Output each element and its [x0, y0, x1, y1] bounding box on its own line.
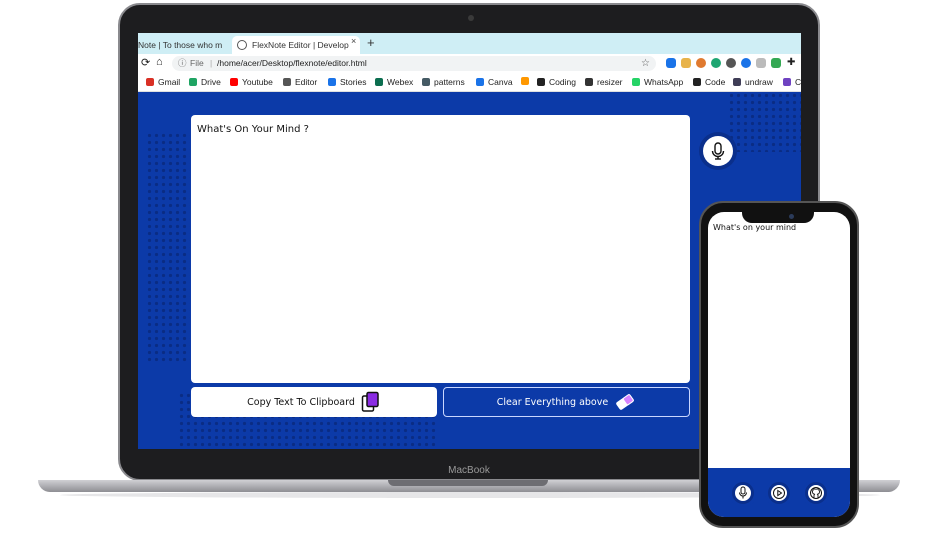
copy-to-clipboard-button[interactable]: Copy Text To Clipboard	[191, 387, 437, 417]
bookmark-label: Gmail	[158, 77, 181, 87]
bookmark-resizer[interactable]: resizer	[585, 77, 623, 87]
bookmarks-bar: Gmail Drive Youtube Editor Stories Webex…	[138, 73, 801, 92]
browser-tab-bar: Note | To those who m FlexNote Editor | …	[138, 33, 801, 54]
extension-icon[interactable]	[726, 58, 736, 68]
bookmark-fire[interactable]	[521, 77, 533, 85]
phone-editor-placeholder[interactable]: What's on your mind	[713, 223, 796, 232]
bookmark-label: WhatsApp	[644, 77, 684, 87]
close-tab-icon[interactable]: ×	[351, 36, 356, 46]
youtube-icon	[230, 78, 238, 86]
dot-pattern	[146, 132, 190, 362]
dot-pattern	[728, 92, 801, 152]
bookmark-label: Webex	[387, 77, 414, 87]
extension-icon[interactable]	[681, 58, 691, 68]
bookmark-label: C	[795, 77, 801, 87]
bookmark-stories[interactable]: Stories	[328, 77, 366, 87]
clear-everything-button[interactable]: Clear Everything above	[443, 387, 690, 417]
tab-label: FlexNote Editor | Develop	[252, 40, 349, 50]
bookmark-undraw[interactable]: undraw	[733, 77, 773, 87]
phone-toolbar	[708, 468, 850, 517]
mic-button-wrapper	[699, 132, 737, 170]
editor-icon	[283, 78, 291, 86]
phone-github-button[interactable]	[805, 482, 827, 504]
gmail-icon	[146, 78, 154, 86]
address-scheme: File	[190, 58, 204, 68]
address-url[interactable]: /home/acer/Desktop/flexnote/editor.html	[217, 56, 367, 71]
bookmark-label: patterns	[434, 77, 465, 87]
stories-icon	[328, 78, 336, 86]
extension-icon[interactable]	[741, 58, 751, 68]
canva-icon	[476, 78, 484, 86]
bookmark-coding[interactable]: Coding	[537, 77, 576, 87]
tab-flexnote-editor[interactable]: FlexNote Editor | Develop	[232, 36, 360, 54]
github-icon	[810, 487, 822, 499]
clear-button-label: Clear Everything above	[496, 396, 609, 408]
info-icon[interactable]: ⓘ	[178, 56, 187, 71]
laptop-hinge	[388, 480, 548, 486]
phone-camera	[789, 214, 794, 219]
bookmark-code[interactable]: Code	[693, 77, 725, 87]
bookmark-star-icon[interactable]: ☆	[641, 56, 650, 71]
bookmark-webex[interactable]: Webex	[375, 77, 413, 87]
phone-mic-button[interactable]	[732, 482, 754, 504]
fire-icon	[521, 77, 529, 85]
undraw-icon	[733, 78, 741, 86]
bookmark-label: Canva	[488, 77, 513, 87]
code-icon	[693, 78, 701, 86]
microphone-icon	[711, 142, 725, 160]
clipboard-icon	[361, 391, 379, 412]
device-mockup: Note | To those who m FlexNote Editor | …	[0, 0, 938, 534]
patterns-icon	[422, 78, 430, 86]
bookmark-label: Drive	[201, 77, 221, 87]
address-separator: |	[210, 58, 213, 68]
play-icon	[773, 487, 785, 499]
drive-icon	[189, 78, 197, 86]
bookmark-label: Youtube	[242, 77, 273, 87]
webex-icon	[375, 78, 383, 86]
bookmark-label: Editor	[295, 77, 318, 87]
bookmark-drive[interactable]: Drive	[189, 77, 221, 87]
c-icon	[783, 78, 791, 86]
extension-icon[interactable]	[666, 58, 676, 68]
bookmark-c[interactable]: C	[783, 77, 801, 87]
bookmark-label: undraw	[745, 77, 773, 87]
bookmark-whatsapp[interactable]: WhatsApp	[632, 77, 683, 87]
whatsapp-icon	[632, 78, 640, 86]
bookmark-gmail[interactable]: Gmail	[146, 77, 180, 87]
resizer-icon	[585, 78, 593, 86]
browser-toolbar: ⟳ ⌂ ⓘ File | /home/acer/Desktop/flexnote…	[138, 54, 801, 73]
extension-icon[interactable]	[711, 58, 721, 68]
coding-icon	[537, 78, 545, 86]
extension-icon[interactable]	[756, 58, 766, 68]
bookmark-label: resizer	[597, 77, 623, 87]
laptop-camera	[468, 15, 474, 21]
globe-icon	[237, 40, 247, 50]
home-icon[interactable]: ⌂	[156, 56, 163, 68]
extension-icon[interactable]	[696, 58, 706, 68]
phone: What's on your mind	[699, 201, 859, 528]
reload-icon[interactable]: ⟳	[141, 56, 150, 69]
bookmark-canva[interactable]: Canva	[476, 77, 513, 87]
bookmark-label: Code	[705, 77, 726, 87]
phone-notch	[742, 212, 814, 223]
extension-icon[interactable]	[771, 58, 781, 68]
tab-note[interactable]: Note | To those who m	[138, 36, 230, 54]
phone-screen: What's on your mind	[708, 212, 850, 517]
editor-placeholder: What's On Your Mind ?	[197, 124, 309, 135]
bookmark-editor[interactable]: Editor	[283, 77, 317, 87]
editor-textarea[interactable]: What's On Your Mind ?	[191, 115, 690, 383]
address-bar[interactable]: ⓘ File | /home/acer/Desktop/flexnote/edi…	[172, 56, 656, 71]
bookmark-youtube[interactable]: Youtube	[230, 77, 273, 87]
copy-button-label: Copy Text To Clipboard	[247, 396, 355, 408]
new-tab-button[interactable]: +	[367, 35, 375, 50]
bookmark-label: Stories	[340, 77, 367, 87]
mic-button[interactable]	[703, 136, 733, 166]
bookmark-patterns[interactable]: patterns	[422, 77, 465, 87]
phone-play-button[interactable]	[768, 482, 790, 504]
bookmark-label: Coding	[549, 77, 576, 87]
eraser-icon	[616, 394, 634, 410]
microphone-icon	[739, 486, 747, 499]
puzzle-icon[interactable]: ✚	[787, 57, 795, 68]
